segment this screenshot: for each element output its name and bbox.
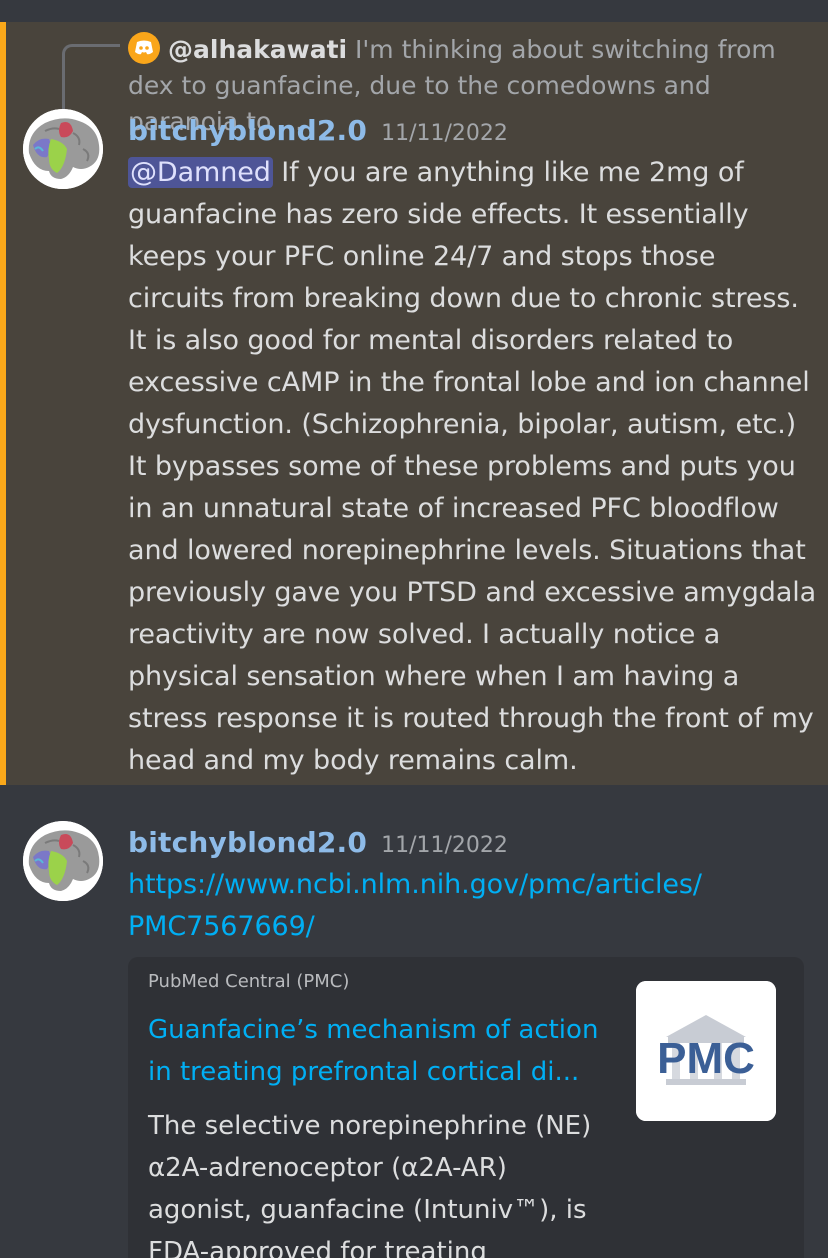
highlighted-message[interactable]: @alhakawati I'm thinking about switching… [0,22,828,785]
user-mention[interactable]: @Damned [128,157,273,188]
discord-icon [128,32,160,64]
embed-desc-line: The selective norepinephrine (NE) [148,1111,592,1141]
brain-avatar[interactable] [23,821,103,901]
author-name[interactable]: bitchyblond2.0 [128,114,367,147]
message-header: bitchyblond2.0 11/11/2022 [128,826,508,859]
top-bar [0,0,828,22]
message-header: bitchyblond2.0 11/11/2022 [128,114,508,147]
embed-desc-line: FDA-approved for treating [148,1237,487,1258]
reply-author[interactable]: @alhakawati [168,35,347,64]
reply-connector [62,44,120,110]
timestamp: 11/11/2022 [381,121,508,146]
embed-description: The selective norepinephrine (NE) α2A-ad… [148,1105,618,1258]
pmc-logo: PMC [636,981,776,1121]
link-line[interactable]: https://www.ncbi.nlm.nih.gov/pmc/article… [128,864,818,906]
embed-title-line[interactable]: Guanfacine’s mechanism of action [148,1009,618,1051]
link-embed[interactable]: PubMed Central (PMC) Guanfacine’s mechan… [128,957,804,1258]
message-content: @Damned If you are anything like me 2mg … [128,152,818,782]
timestamp: 11/11/2022 [381,833,508,858]
author-name[interactable]: bitchyblond2.0 [128,826,367,859]
embed-provider: PubMed Central (PMC) [148,971,350,992]
message-text: If you are anything like me 2mg of guanf… [128,157,817,776]
pmc-logo-text: PMC [657,1034,755,1083]
message-link[interactable]: https://www.ncbi.nlm.nih.gov/pmc/article… [128,864,818,948]
embed-desc-line: agonist, guanfacine (Intuniv™), is [148,1195,587,1225]
embed-title-line[interactable]: in treating prefrontal cortical di... [148,1051,618,1093]
mention-highlight-bar [0,22,6,785]
embed-title[interactable]: Guanfacine’s mechanism of action in trea… [148,1009,618,1093]
brain-avatar[interactable] [23,109,103,189]
embed-desc-line: α2A-adrenoceptor (α2A-AR) [148,1153,507,1183]
embed-thumbnail[interactable]: PMC [636,981,776,1121]
link-line[interactable]: PMC7567669/ [128,906,818,948]
